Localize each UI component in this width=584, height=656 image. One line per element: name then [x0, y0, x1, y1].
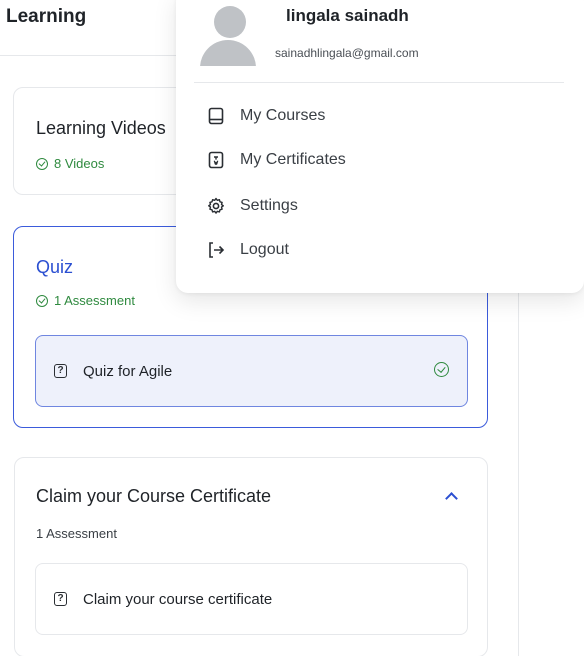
course-learning-page: Learning Learning Videos 8 Videos Quiz 1…: [0, 0, 584, 656]
completed-status: [434, 361, 449, 381]
certificate-item-label: Claim your course certificate: [83, 590, 273, 608]
menu-item-my-certificates[interactable]: My Certificates: [206, 150, 346, 170]
certificate-icon: [208, 151, 224, 169]
menu-item-label: My Courses: [240, 107, 326, 124]
check-circle-icon: [36, 157, 48, 170]
avatar-body: [200, 40, 256, 66]
avatar-head: [214, 6, 246, 38]
section-meta-text: 1 Assessment: [54, 293, 135, 308]
section-meta-text: 8 Videos: [54, 156, 105, 171]
section-title: Quiz: [36, 257, 74, 277]
menu-item-my-courses[interactable]: My Courses: [206, 106, 325, 126]
check-circle-icon: [36, 294, 48, 307]
avatar: [200, 6, 256, 66]
user-name: lingala sainadh: [286, 6, 409, 25]
user-email: sainadhlingala@gmail.com: [275, 46, 419, 60]
section-meta: 1 Assessment: [36, 526, 117, 541]
section-title: Claim your Course Certificate: [36, 486, 272, 506]
book-icon: [208, 107, 224, 125]
menu-item-settings[interactable]: Settings: [206, 196, 298, 216]
quiz-item-label: Quiz for Agile: [83, 362, 173, 380]
page-title: Learning: [6, 6, 87, 27]
quiz-item[interactable]: ? Quiz for Agile: [35, 335, 468, 407]
menu-divider: [194, 82, 564, 83]
certificate-section[interactable]: Claim your Course Certificate 1 Assessme…: [14, 457, 488, 656]
profile-menu: lingala sainadh sainadhlingala@gmail.com…: [176, 0, 584, 293]
question-icon: ?: [54, 364, 67, 378]
section-meta: 8 Videos: [36, 156, 104, 171]
menu-item-label: My Certificates: [240, 151, 346, 168]
section-title: Learning Videos: [36, 118, 166, 138]
check-circle-icon: [434, 361, 449, 377]
menu-item-label: Logout: [240, 241, 289, 258]
content-divider: [518, 290, 519, 656]
menu-item-label: Settings: [240, 197, 298, 214]
gear-icon: [208, 197, 224, 214]
logout-icon: [209, 242, 225, 258]
question-icon: ?: [54, 592, 67, 606]
chevron-up-icon[interactable]: [445, 492, 458, 505]
section-meta: 1 Assessment: [36, 293, 135, 308]
certificate-item[interactable]: ? Claim your course certificate: [35, 563, 468, 635]
menu-item-logout[interactable]: Logout: [206, 240, 289, 260]
